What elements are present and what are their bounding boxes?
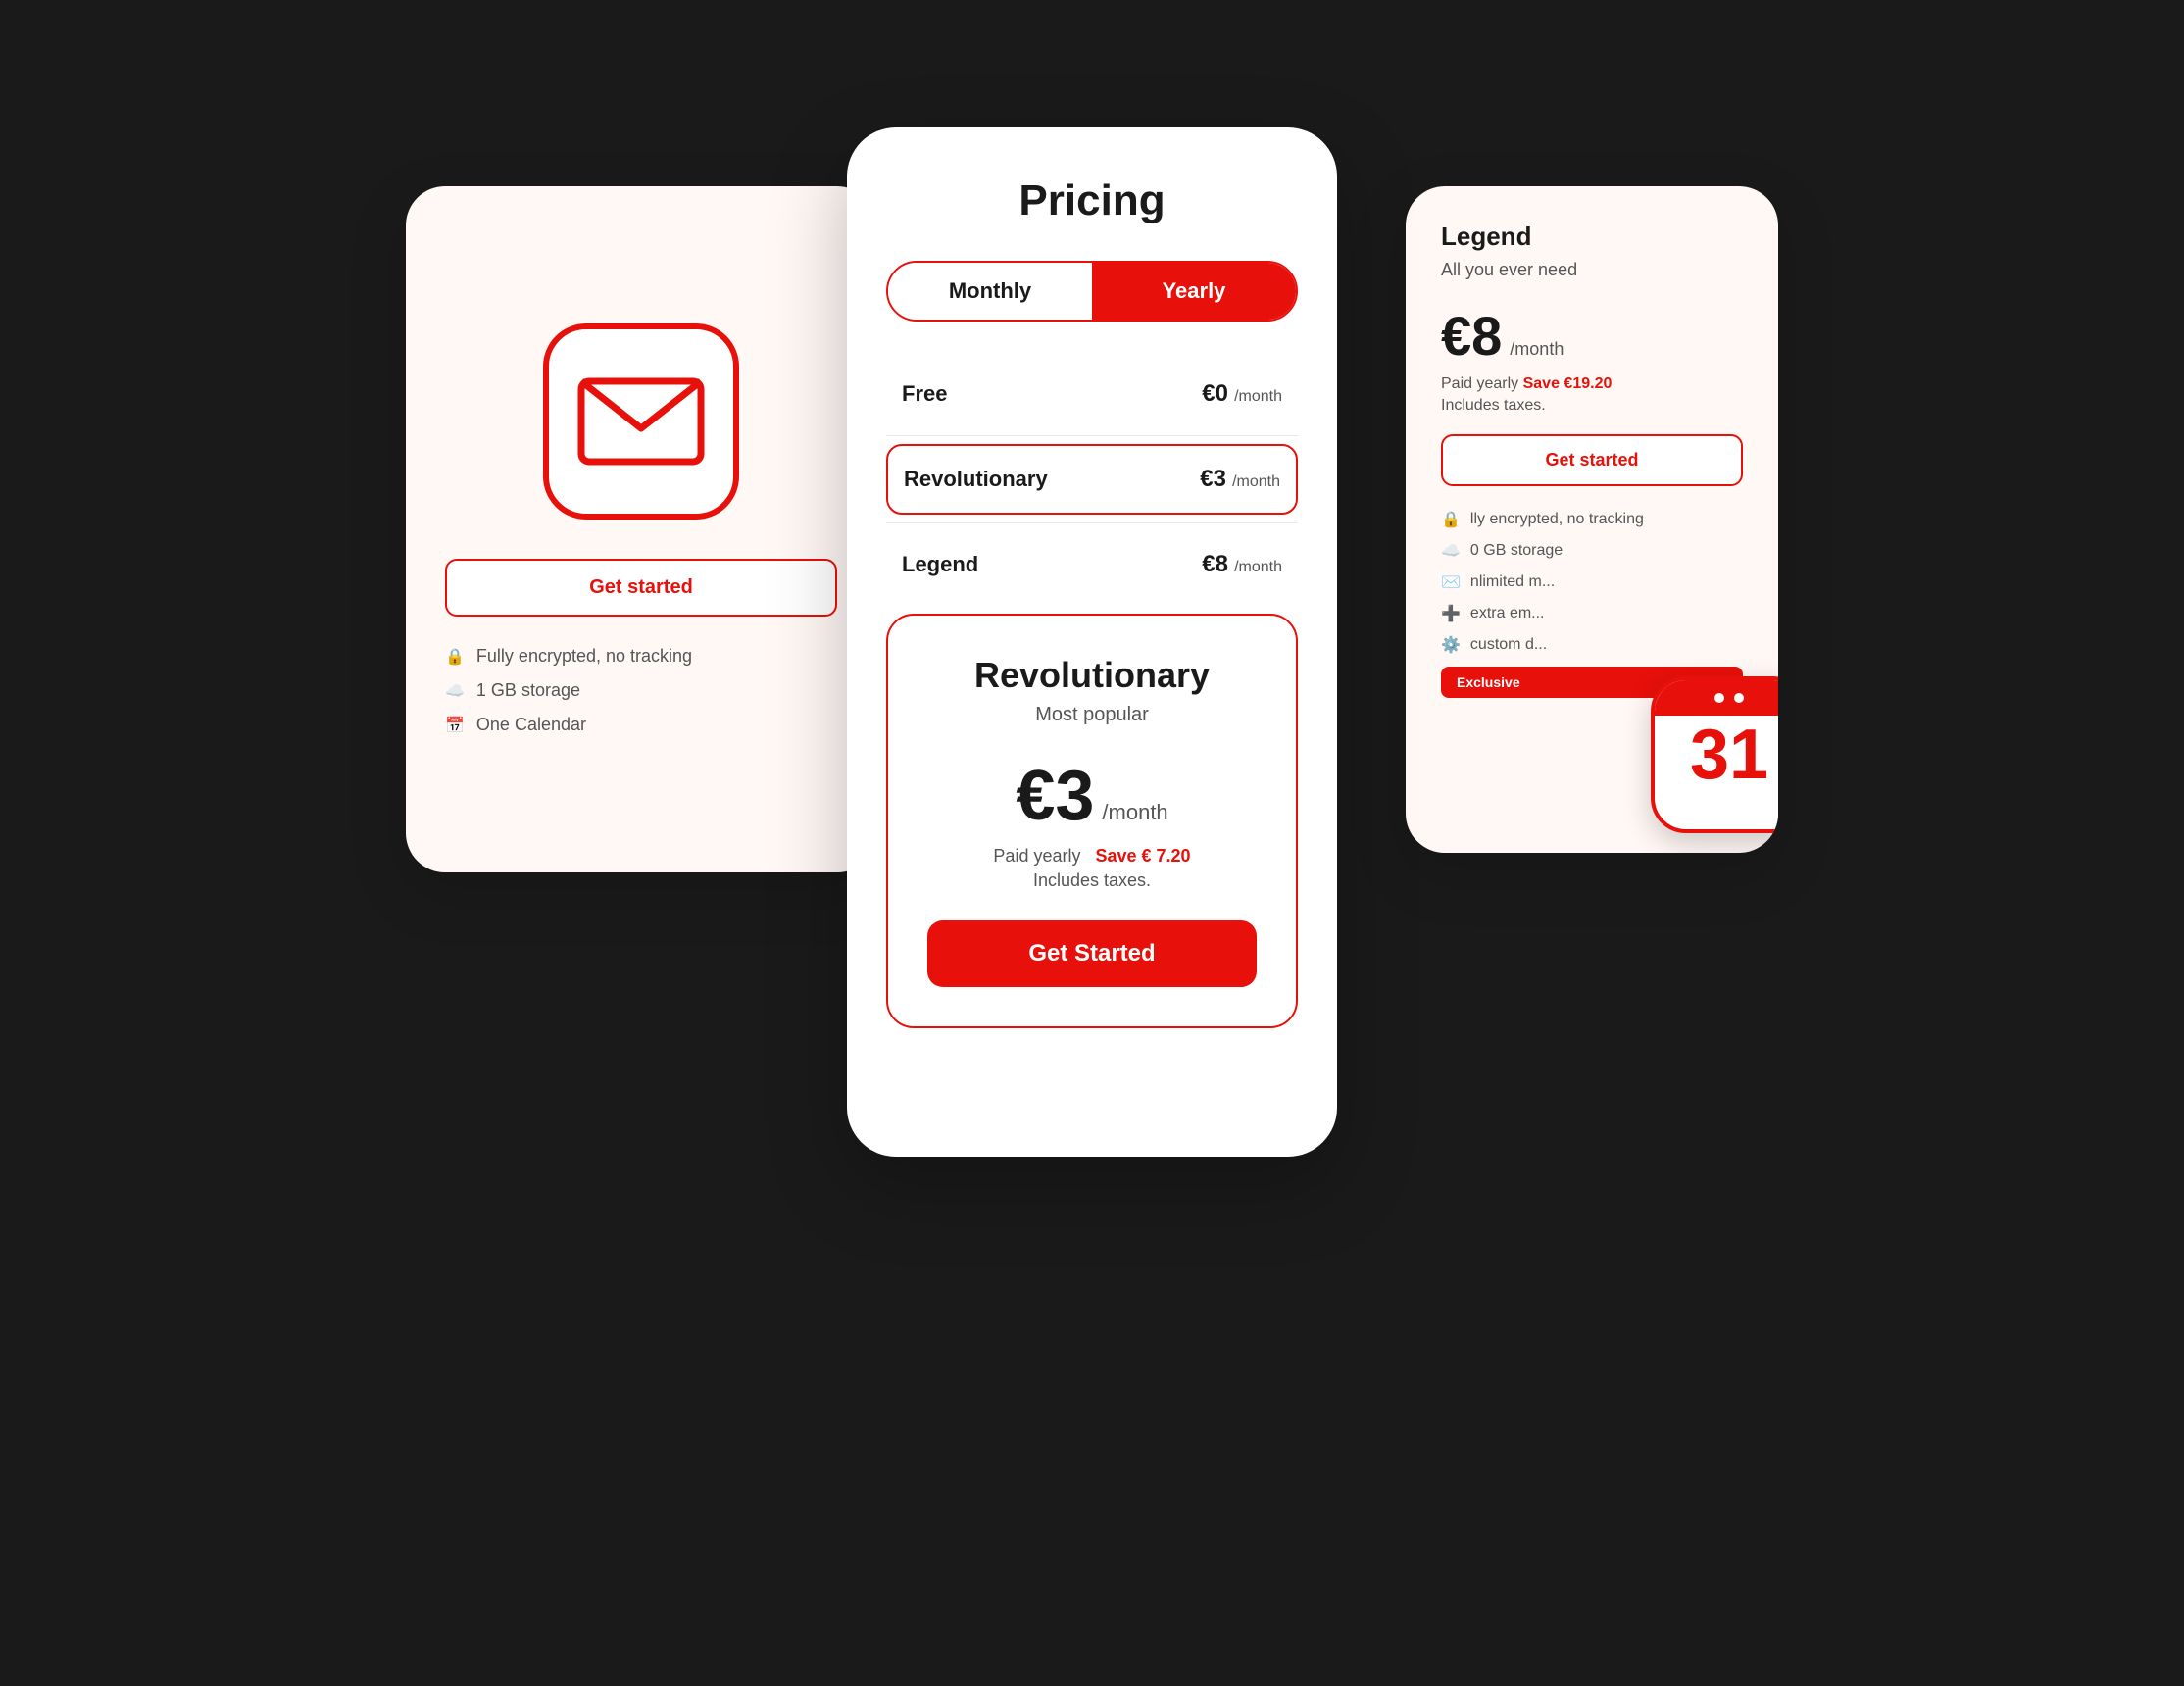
plan-row-free[interactable]: Free €0 /month — [886, 361, 1298, 427]
card-left: Get started 🔒 Fully encrypted, no tracki… — [406, 186, 876, 872]
right-price-main: €8 — [1441, 304, 1502, 368]
plan-detail-price-row: €3 /month — [927, 756, 1257, 836]
lock-icon: 🔒 — [1441, 510, 1461, 529]
right-card-save: Save €19.20 — [1523, 375, 1613, 392]
plan-name-free: Free — [902, 381, 947, 407]
get-started-button-right[interactable]: Get started — [1441, 434, 1743, 486]
billing-toggle[interactable]: Monthly Yearly — [886, 261, 1298, 322]
right-card-subtitle: All you ever need — [1441, 260, 1743, 280]
main-pricing-card: Pricing Monthly Yearly Free €0 /month Re… — [847, 127, 1337, 1157]
plan-price-free: €0 /month — [1202, 380, 1282, 408]
feature-item: ☁️ 0 GB storage — [1441, 541, 1743, 561]
card-right: Legend All you ever need €8 /month Paid … — [1406, 186, 1778, 853]
calendar-dot — [1734, 693, 1744, 703]
feature-item: ☁️ 1 GB storage — [445, 680, 837, 701]
plan-detail-card: Revolutionary Most popular €3 /month Pai… — [886, 614, 1298, 1028]
right-card-price: €8 /month — [1441, 304, 1743, 368]
calendar-dot — [1714, 693, 1724, 703]
lock-icon: 🔒 — [445, 647, 465, 667]
feature-item: ➕ extra em... — [1441, 604, 1743, 623]
plan-name-revolutionary: Revolutionary — [904, 467, 1048, 492]
feature-item: 🔒 lly encrypted, no tracking — [1441, 510, 1743, 529]
yearly-toggle-button[interactable]: Yearly — [1092, 263, 1296, 320]
feature-text: One Calendar — [476, 715, 586, 735]
feature-item: ✉️ nlimited m... — [1441, 572, 1743, 592]
right-card-billing: Paid yearly Save €19.20 — [1441, 375, 1743, 393]
feature-text: 1 GB storage — [476, 680, 580, 701]
feature-text: Fully encrypted, no tracking — [476, 646, 692, 667]
pricing-title: Pricing — [886, 176, 1298, 225]
mail-icon — [577, 372, 705, 471]
plus-icon: ➕ — [1441, 604, 1461, 623]
feature-item: 🔒 Fully encrypted, no tracking — [445, 646, 837, 667]
plan-detail-price-main: €3 — [1016, 756, 1094, 836]
plan-detail-tagline: Most popular — [927, 704, 1257, 726]
cloud-icon: ☁️ — [445, 681, 465, 701]
feature-item: ⚙️ custom d... — [1441, 635, 1743, 655]
calendar-number: 31 — [1690, 719, 1768, 790]
plan-detail-save: Save € 7.20 — [1095, 846, 1190, 866]
plan-price-main-revolutionary: €3 — [1200, 466, 1226, 492]
plan-name-legend: Legend — [902, 552, 978, 577]
plan-price-period-legend: /month — [1234, 559, 1282, 575]
plan-row-legend[interactable]: Legend €8 /month — [886, 531, 1298, 598]
custom-icon: ⚙️ — [1441, 635, 1461, 655]
plan-detail-taxes: Includes taxes. — [927, 870, 1257, 891]
mail-icon-container — [543, 323, 739, 520]
plan-price-period-free: /month — [1234, 388, 1282, 405]
plan-detail-price-period: /month — [1102, 800, 1167, 825]
right-feature-list: 🔒 lly encrypted, no tracking ☁️ 0 GB sto… — [1441, 510, 1743, 655]
plan-row-revolutionary[interactable]: Revolutionary €3 /month — [886, 444, 1298, 515]
plan-detail-billing: Paid yearly Save € 7.20 — [927, 846, 1257, 867]
right-price-period: /month — [1510, 339, 1564, 360]
plan-price-revolutionary: €3 /month — [1200, 466, 1280, 493]
right-card-taxes: Includes taxes. — [1441, 397, 1743, 415]
plan-price-main-legend: €8 — [1202, 551, 1228, 577]
plan-price-period-revolutionary: /month — [1232, 473, 1280, 490]
plan-price-legend: €8 /month — [1202, 551, 1282, 578]
calendar-icon-container: 31 — [1651, 676, 1778, 833]
divider — [886, 522, 1298, 523]
monthly-toggle-button[interactable]: Monthly — [888, 263, 1092, 320]
mail-icon: ✉️ — [1441, 572, 1461, 592]
scene: Get started 🔒 Fully encrypted, no tracki… — [406, 108, 1778, 1578]
get-started-button-main[interactable]: Get Started — [927, 920, 1257, 987]
cloud-icon: ☁️ — [1441, 541, 1461, 561]
calendar-dots — [1714, 693, 1744, 703]
calendar-header — [1655, 680, 1778, 716]
calendar-icon: 📅 — [445, 716, 465, 735]
get-started-button-left[interactable]: Get started — [445, 559, 837, 617]
feature-list-left: 🔒 Fully encrypted, no tracking ☁️ 1 GB s… — [445, 646, 837, 749]
feature-item: 📅 One Calendar — [445, 715, 837, 735]
plan-price-main-free: €0 — [1202, 380, 1228, 407]
right-card-title: Legend — [1441, 222, 1743, 252]
divider — [886, 435, 1298, 436]
plan-detail-name: Revolutionary — [927, 655, 1257, 696]
